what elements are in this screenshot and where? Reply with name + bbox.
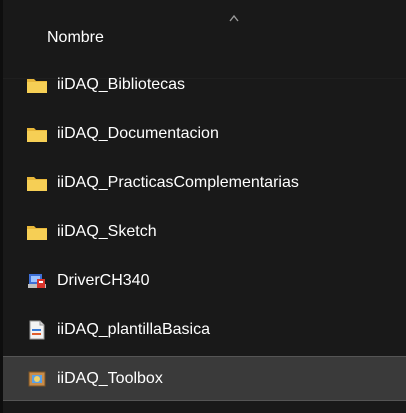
list-item-label: iiDAQ_Bibliotecas (57, 75, 186, 93)
list-item[interactable]: iiDAQ_PracticasComplementarias (3, 160, 406, 205)
chevron-up-icon[interactable] (229, 14, 239, 22)
list-item-label: iiDAQ_plantillaBasica (57, 320, 210, 338)
folder-icon (26, 222, 48, 242)
file-list: iiDAQ_Bibliotecas iiDAQ_Documentacion ii… (3, 62, 406, 401)
list-item-label: iiDAQ_Toolbox (57, 369, 163, 387)
list-item[interactable]: iiDAQ_Documentacion (3, 111, 406, 156)
list-bottom-area (3, 403, 406, 413)
document-icon (26, 320, 48, 340)
list-item[interactable]: iiDAQ_Bibliotecas (3, 62, 406, 107)
folder-icon (26, 75, 48, 95)
list-item-label: iiDAQ_PracticasComplementarias (57, 173, 299, 191)
list-item-label: iiDAQ_Documentacion (57, 124, 219, 142)
toolbox-package-icon (26, 369, 48, 389)
list-item[interactable]: iiDAQ_plantillaBasica (3, 307, 406, 352)
list-item-selected[interactable]: iiDAQ_Toolbox (3, 356, 406, 401)
list-item[interactable]: DriverCH340 (3, 258, 406, 303)
installer-icon (26, 271, 48, 291)
folder-icon (26, 124, 48, 144)
list-item-label: DriverCH340 (57, 271, 150, 289)
folder-icon (26, 173, 48, 193)
list-item[interactable]: iiDAQ_Sketch (3, 209, 406, 254)
list-item-label: iiDAQ_Sketch (57, 222, 157, 240)
column-header-name[interactable]: Nombre (47, 29, 104, 47)
